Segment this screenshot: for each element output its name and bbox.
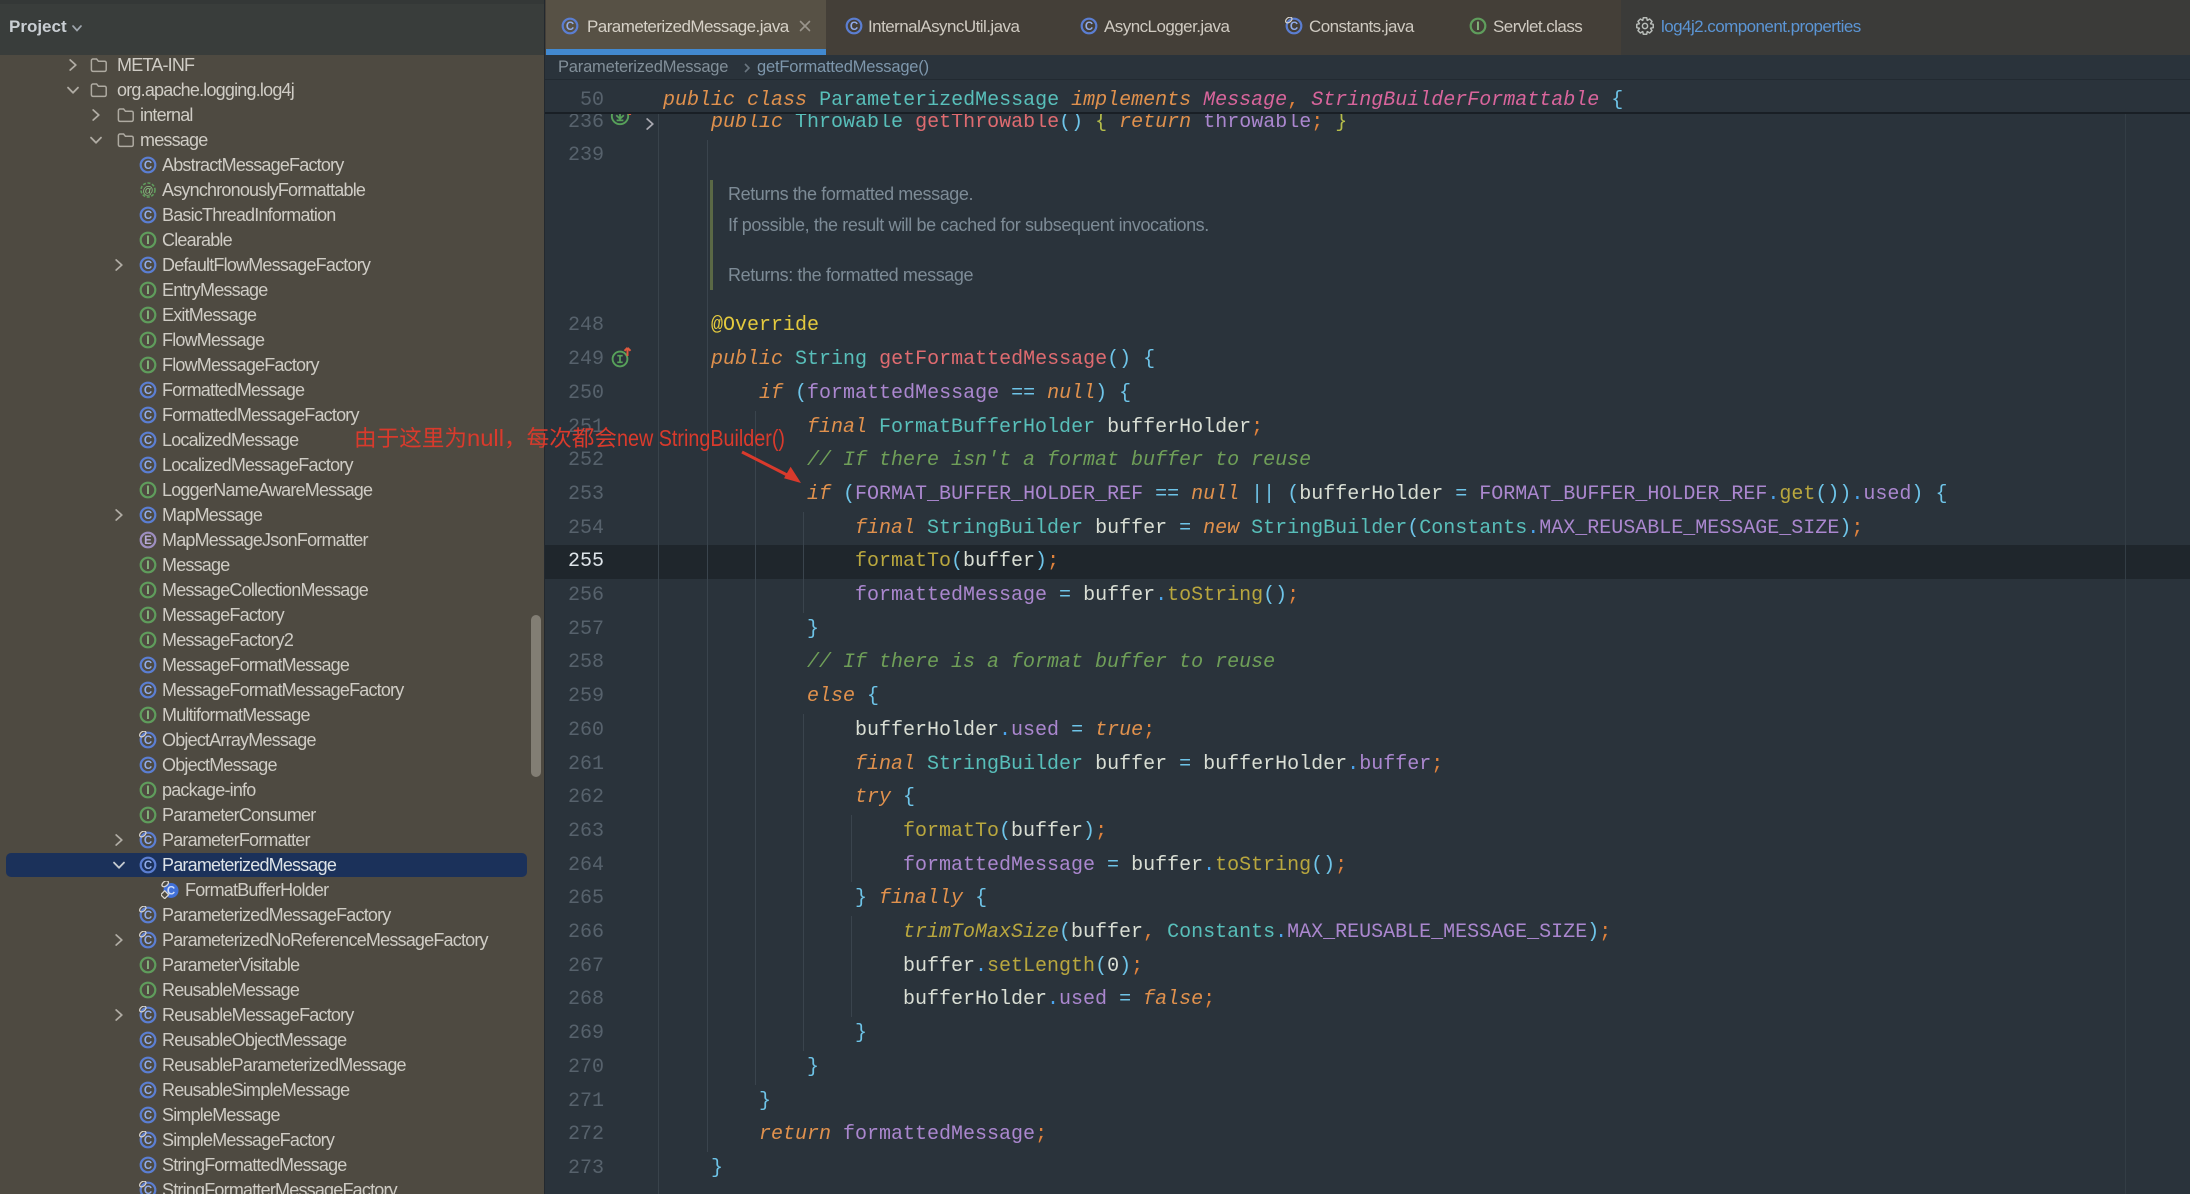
svg-text:I: I	[146, 360, 149, 372]
svg-text:C: C	[144, 160, 152, 172]
svg-text:C: C	[144, 1060, 152, 1072]
svg-text:C: C	[144, 1185, 152, 1194]
svg-text:C: C	[144, 910, 152, 922]
svg-text:I: I	[146, 310, 149, 322]
svg-text:C: C	[144, 435, 152, 447]
svg-text:C: C	[144, 1035, 152, 1047]
svg-text:C: C	[144, 1110, 152, 1122]
svg-text:I: I	[146, 985, 149, 997]
svg-text:C: C	[144, 1160, 152, 1172]
svg-text:E: E	[144, 535, 152, 547]
svg-text:C: C	[144, 510, 152, 522]
svg-text:I: I	[146, 560, 149, 572]
svg-text:I: I	[146, 610, 149, 622]
svg-text:I: I	[146, 235, 149, 247]
svg-text:C: C	[144, 760, 152, 772]
svg-text:I: I	[146, 810, 149, 822]
svg-text:C: C	[566, 21, 574, 33]
svg-text:I: I	[146, 635, 149, 647]
svg-text:C: C	[144, 1135, 152, 1147]
svg-text:C: C	[144, 660, 152, 672]
svg-text:C: C	[144, 260, 152, 272]
svg-text:C: C	[144, 1010, 152, 1022]
svg-text:C: C	[850, 21, 858, 33]
svg-text:C: C	[144, 685, 152, 697]
svg-text:C: C	[1085, 21, 1093, 33]
svg-text:C: C	[144, 410, 152, 422]
svg-text:I: I	[146, 335, 149, 347]
svg-text:I: I	[146, 485, 149, 497]
svg-text:I: I	[146, 710, 149, 722]
svg-text:C: C	[1290, 21, 1298, 33]
svg-text:C: C	[144, 385, 152, 397]
svg-text:C: C	[144, 860, 152, 872]
svg-text:C: C	[144, 735, 152, 747]
svg-text:I: I	[146, 285, 149, 297]
svg-text:I: I	[146, 785, 149, 797]
svg-text:C: C	[144, 1085, 152, 1097]
svg-text:I: I	[1476, 21, 1479, 33]
svg-text:C: C	[144, 835, 152, 847]
svg-text:C: C	[144, 210, 152, 222]
svg-text:C: C	[144, 460, 152, 472]
svg-text:@: @	[142, 185, 153, 197]
svg-text:I: I	[146, 585, 149, 597]
svg-text:I: I	[146, 960, 149, 972]
svg-text:C: C	[144, 935, 152, 947]
